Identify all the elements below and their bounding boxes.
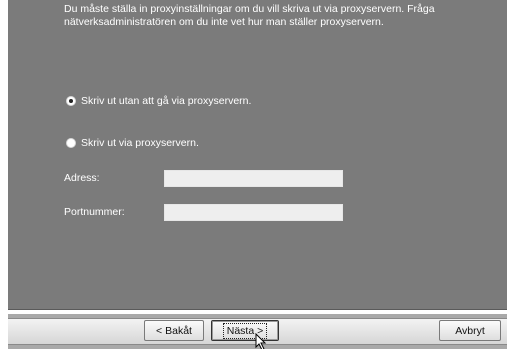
address-field[interactable] bbox=[164, 170, 343, 187]
port-label: Portnummer: bbox=[64, 206, 125, 218]
option-no-proxy[interactable]: Skriv ut utan att gå via proxyservern. bbox=[66, 94, 251, 108]
option-via-proxy[interactable]: Skriv ut via proxyservern. bbox=[66, 136, 199, 150]
cancel-button[interactable]: Avbryt bbox=[439, 320, 501, 341]
intro-line-2: nätverksadministratören om du inte vet h… bbox=[64, 16, 384, 28]
option-no-proxy-label: Skriv ut utan att gå via proxyservern. bbox=[81, 95, 252, 107]
intro-text: Du måste ställa in proxyinställningar om… bbox=[64, 3, 484, 29]
back-button[interactable]: < Bakåt bbox=[144, 320, 204, 341]
cancel-button-label: Avbryt bbox=[455, 324, 485, 337]
arrow-pointer-icon bbox=[255, 333, 267, 349]
radio-via-proxy[interactable] bbox=[66, 138, 76, 148]
intro-line-1: Du måste ställa in proxyinställningar om… bbox=[64, 3, 435, 15]
panel-divider bbox=[8, 309, 507, 310]
radio-no-proxy[interactable] bbox=[66, 96, 76, 106]
port-field[interactable] bbox=[164, 204, 343, 221]
back-button-label: < Bakåt bbox=[156, 324, 192, 337]
proxy-settings-dialog: Du måste ställa in proxyinställningar om… bbox=[0, 0, 507, 349]
content-panel bbox=[8, 0, 507, 309]
option-via-proxy-label: Skriv ut via proxyservern. bbox=[81, 137, 199, 149]
address-label: Adress: bbox=[64, 172, 100, 184]
